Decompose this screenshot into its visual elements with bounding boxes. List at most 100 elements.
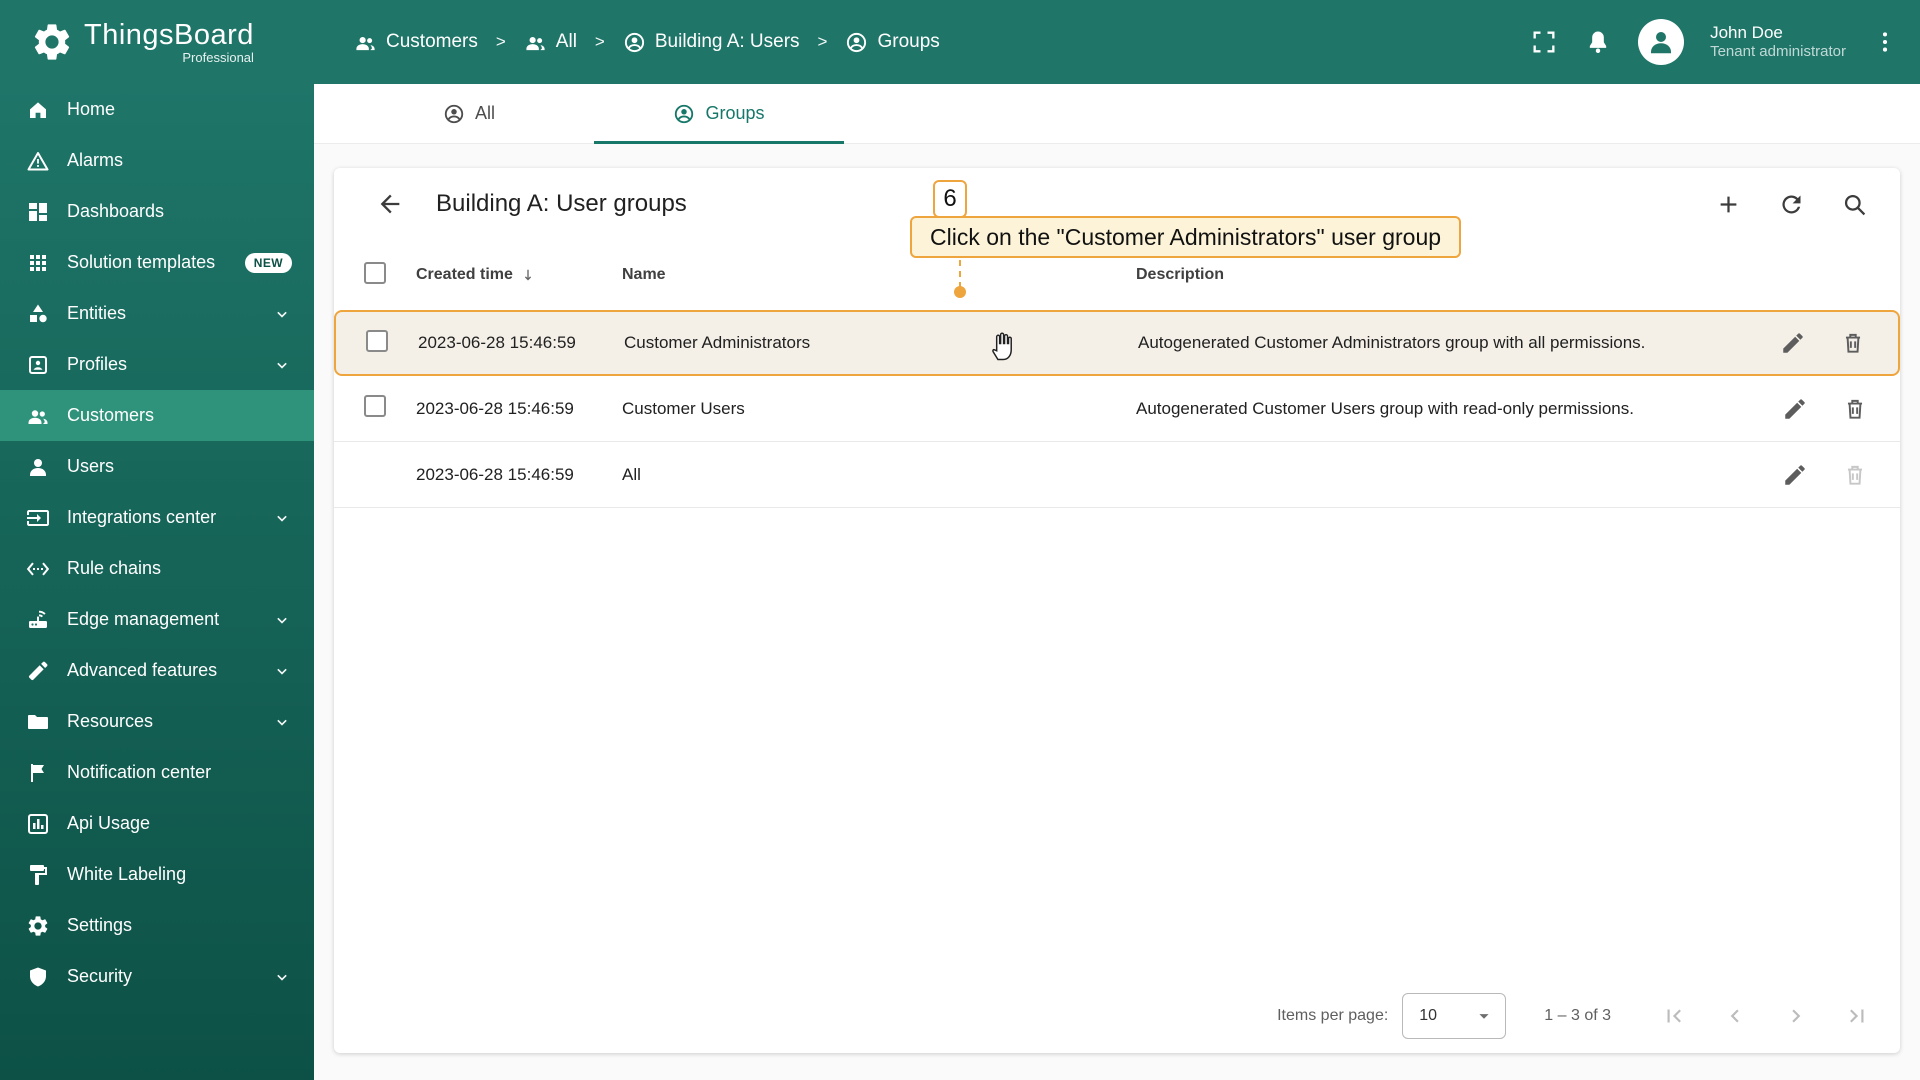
column-header-name[interactable]: Name (622, 266, 1136, 284)
sidebar-item-label: Security (67, 966, 133, 986)
column-header-description[interactable]: Description (1136, 266, 1750, 284)
cell-created-time: 2023-06-28 15:46:59 (416, 398, 574, 418)
first-page-button (1661, 1003, 1687, 1029)
delete-trash-icon[interactable] (1842, 396, 1868, 422)
chevron-down-icon (272, 967, 292, 987)
cell-created-time: 2023-06-28 15:46:59 (418, 333, 576, 352)
row-checkbox[interactable] (366, 329, 388, 352)
paginator: Items per page: 10 1 – 3 of 3 (334, 979, 1900, 1053)
add-button[interactable] (1715, 191, 1742, 218)
sidebar-item-notification-center[interactable]: Notification center (0, 747, 314, 798)
delete-trash-icon[interactable] (1840, 330, 1866, 356)
breadcrumb-building-a-users[interactable]: Building A: Users (623, 31, 800, 54)
user-info: John Doe Tenant administrator (1710, 22, 1846, 62)
cell-created-time: 2023-06-28 15:46:59 (416, 464, 574, 484)
breadcrumb-groups[interactable]: Groups (845, 31, 940, 54)
app-edition: Professional (182, 50, 254, 65)
sidebar-item-label: Resources (67, 711, 154, 731)
notifications-bell-icon[interactable] (1584, 28, 1612, 56)
sidebar-item-label: Edge management (67, 609, 220, 629)
sidebar-item-white-labeling[interactable]: White Labeling (0, 849, 314, 900)
people-icon (524, 31, 547, 54)
breadcrumb-separator: > (817, 32, 828, 51)
column-label: Created time (416, 266, 513, 283)
breadcrumb: Customers > All > Building A: Users > Gr… (354, 31, 940, 54)
sidebar-item-advanced-features[interactable]: Advanced features (0, 645, 314, 696)
person-circle-icon (623, 31, 646, 54)
breadcrumb-all[interactable]: All (524, 31, 577, 54)
next-page-button (1783, 1003, 1809, 1029)
sidebar-item-label: Solution templates (67, 252, 216, 272)
sidebar-item-alarms[interactable]: Alarms (0, 135, 314, 186)
user-name: John Doe (1710, 23, 1783, 42)
sort-desc-icon (519, 266, 537, 284)
thingsboard-logo-icon (30, 20, 74, 64)
tab-all[interactable]: All (344, 84, 594, 143)
folder-icon (26, 710, 50, 734)
sidebar: Home Alarms Dashboards Solution template… (0, 84, 314, 1080)
sidebar-item-label: Rule chains (67, 558, 162, 578)
sidebar-item-entities[interactable]: Entities (0, 288, 314, 339)
person-circle-icon (673, 103, 695, 125)
table-row-customer-users[interactable]: 2023-06-28 15:46:59 Customer Users Autog… (334, 376, 1900, 442)
sidebar-item-api-usage[interactable]: Api Usage (0, 798, 314, 849)
sidebar-item-home[interactable]: Home (0, 84, 314, 135)
badge-icon (26, 353, 50, 377)
sidebar-item-label: Notification center (67, 762, 212, 782)
breadcrumb-label: Groups (877, 31, 940, 52)
tutorial-connector-dot (954, 286, 966, 298)
sidebar-item-users[interactable]: Users (0, 441, 314, 492)
user-role: Tenant administrator (1710, 43, 1846, 61)
items-per-page-label: Items per page: (1277, 1007, 1389, 1024)
sidebar-item-settings[interactable]: Settings (0, 900, 314, 951)
last-page-button (1844, 1003, 1870, 1029)
items-per-page-select[interactable]: 10 (1402, 993, 1507, 1039)
table-row-all[interactable]: 2023-06-28 15:46:59 All (334, 442, 1900, 508)
shield-icon (26, 965, 50, 989)
avatar[interactable] (1638, 19, 1685, 65)
router-icon (26, 608, 50, 632)
fullscreen-icon[interactable] (1530, 28, 1558, 56)
tab-groups[interactable]: Groups (594, 84, 844, 144)
sidebar-item-solution-templates[interactable]: Solution templates NEW (0, 237, 314, 288)
chevron-down-icon (272, 355, 292, 375)
app-name: ThingsBoard (84, 19, 254, 51)
tab-bar: All Groups (314, 84, 1920, 144)
user-groups-card: Building A: User groups Created time Nam… (334, 168, 1900, 1053)
edit-pencil-icon[interactable] (1782, 462, 1808, 488)
paint-icon (26, 863, 50, 887)
search-button[interactable] (1841, 191, 1868, 218)
table-row-customer-administrators[interactable]: 2023-06-28 15:46:59 Customer Administrat… (334, 310, 1900, 376)
sidebar-item-profiles[interactable]: Profiles (0, 339, 314, 390)
sidebar-item-label: Api Usage (67, 813, 151, 833)
kebab-menu-icon[interactable] (1872, 29, 1898, 55)
app-logo[interactable]: ThingsBoard Professional (0, 19, 314, 65)
refresh-button[interactable] (1778, 191, 1805, 218)
select-all-checkbox[interactable] (364, 261, 386, 284)
breadcrumb-label: All (555, 31, 577, 52)
sidebar-item-label: Home (67, 99, 116, 119)
sidebar-item-label: Dashboards (67, 201, 165, 221)
sidebar-item-customers[interactable]: Customers (0, 390, 314, 441)
column-header-created-time[interactable]: Created time (416, 266, 622, 284)
tools-icon (26, 659, 50, 683)
arrow-back-icon (376, 190, 404, 218)
sidebar-item-dashboards[interactable]: Dashboards (0, 186, 314, 237)
sidebar-item-rule-chains[interactable]: Rule chains (0, 543, 314, 594)
back-button[interactable] (376, 190, 404, 218)
breadcrumb-label: Building A: Users (654, 31, 800, 52)
sidebar-item-integrations-center[interactable]: Integrations center (0, 492, 314, 543)
person-circle-icon (845, 31, 868, 54)
tab-label: All (474, 103, 495, 123)
cell-name: Customer Users (622, 398, 745, 418)
sidebar-item-edge-management[interactable]: Edge management (0, 594, 314, 645)
row-checkbox[interactable] (364, 395, 386, 417)
edit-pencil-icon[interactable] (1782, 396, 1808, 422)
gear-icon (26, 914, 50, 938)
input-icon (26, 506, 50, 530)
sidebar-item-security[interactable]: Security (0, 951, 314, 1002)
edit-pencil-icon[interactable] (1780, 330, 1806, 356)
sidebar-item-resources[interactable]: Resources (0, 696, 314, 747)
breadcrumb-customers[interactable]: Customers (354, 31, 478, 54)
caret-down-icon (1473, 1005, 1495, 1027)
